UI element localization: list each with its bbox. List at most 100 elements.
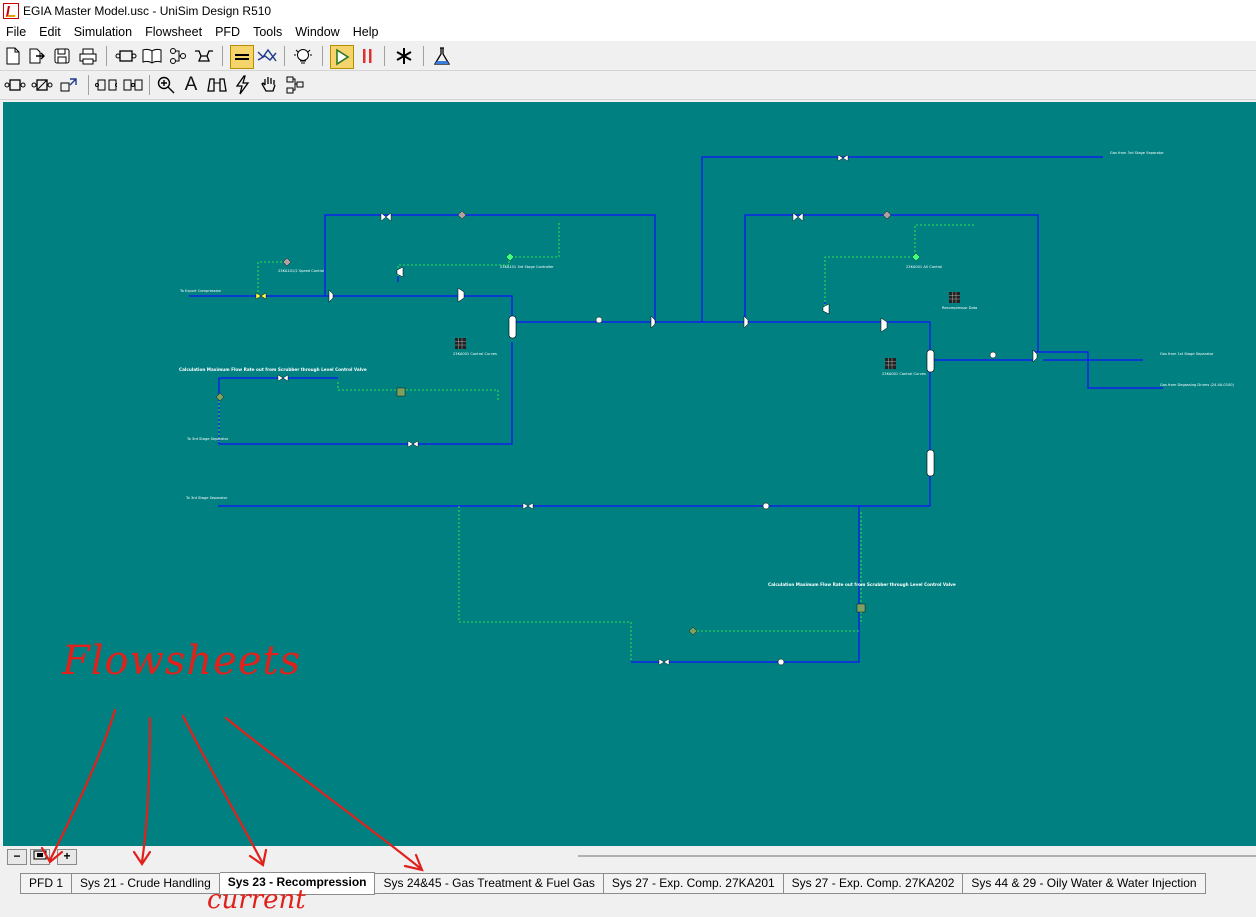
controller-2[interactable] [882, 210, 892, 220]
valve-5[interactable] [407, 440, 419, 448]
valve-2[interactable] [792, 212, 804, 222]
label-stage-controller: 23KA101 3rd Stage Controller [500, 265, 554, 269]
controller-5[interactable] [911, 252, 921, 262]
material-streams [189, 156, 1163, 663]
auto-position-icon[interactable] [58, 74, 80, 96]
label-control-a: 23KA001 Control Curves [453, 352, 497, 356]
zoom-out-button[interactable]: − [7, 849, 27, 865]
pfd-icon[interactable] [193, 45, 215, 67]
valve-3[interactable] [837, 154, 849, 162]
spreadsheet-icon-3[interactable] [949, 292, 960, 303]
mixer-3[interactable] [743, 315, 749, 329]
label-recompressor-data: Recompressor Data [942, 306, 977, 310]
controller-1[interactable] [457, 210, 467, 220]
signal-lines [218, 222, 975, 662]
scrubber-vessel-1[interactable] [508, 315, 517, 339]
pause-icon[interactable] [356, 45, 378, 67]
zoom-fit-button[interactable] [30, 849, 50, 865]
annotation-current: current [207, 885, 306, 915]
tab-sys-44-29[interactable]: Sys 44 & 29 - Oily Water & Water Injecti… [963, 873, 1206, 894]
adjust-block-2[interactable] [856, 603, 866, 613]
spreadsheet-icon-1[interactable] [455, 338, 466, 349]
controller-6[interactable] [215, 392, 225, 402]
menu-file[interactable]: File [0, 25, 33, 39]
zoom-in-button[interactable]: + [57, 849, 77, 865]
compressor-1[interactable] [457, 287, 465, 303]
trend-icon[interactable] [256, 45, 278, 67]
valve-8[interactable] [255, 292, 267, 300]
annotation-flowsheets: Flowsheets [62, 638, 302, 684]
expander-2[interactable] [822, 303, 830, 315]
tab-sys-27-ka202[interactable]: Sys 27 - Exp. Comp. 27KA202 [783, 873, 964, 894]
open-icon[interactable] [26, 45, 48, 67]
pump-1[interactable] [762, 502, 770, 510]
new-icon[interactable] [2, 45, 24, 67]
flowsheet-tabs: PFD 1 Sys 21 - Crude Handling Sys 23 - R… [20, 872, 1206, 895]
pfd-canvas[interactable]: Gas from 3rd Stage Separator Gas from 1s… [3, 102, 1256, 846]
horizontal-scrollbar[interactable] [578, 855, 1256, 857]
valve-1[interactable] [380, 212, 392, 222]
menu-flowsheet[interactable]: Flowsheet [139, 25, 209, 39]
scrubber-vessel-2[interactable] [926, 349, 935, 373]
pfd-labels: Gas from 3rd Stage Separator Gas from 1s… [179, 151, 1235, 587]
controller-3[interactable] [282, 257, 292, 267]
tree-icon[interactable] [167, 45, 189, 67]
adjust-block-1[interactable] [396, 387, 406, 397]
compressor-2[interactable] [880, 317, 888, 333]
play-icon[interactable] [330, 45, 354, 69]
recompression-flowsheet[interactable]: Gas from 3rd Stage Separator Gas from 1s… [3, 102, 1256, 846]
menu-help[interactable]: Help [347, 25, 386, 39]
break-icon[interactable] [31, 74, 53, 96]
label-to-export: To Export Compression [179, 289, 221, 293]
mixer-1[interactable] [328, 289, 334, 303]
binoculars-icon[interactable] [206, 74, 228, 96]
label-gas-3rd-stage: Gas from 3rd Stage Separator [1110, 151, 1164, 155]
spreadsheet-icon-2[interactable] [885, 358, 896, 369]
tab-sys-24-45[interactable]: Sys 24&45 - Gas Treatment & Fuel Gas [375, 873, 604, 894]
unisim-app-icon [3, 3, 19, 19]
equation-icon[interactable] [230, 45, 254, 69]
attach-icon[interactable] [4, 74, 26, 96]
controller-4[interactable] [505, 252, 515, 262]
hand-icon[interactable] [258, 74, 280, 96]
unit-operations [215, 154, 1038, 666]
valve-7[interactable] [658, 658, 670, 666]
separator-vessel-3[interactable] [926, 449, 935, 477]
flask-icon[interactable] [431, 45, 453, 67]
book-icon[interactable] [141, 45, 163, 67]
tab-pfd-1[interactable]: PFD 1 [20, 873, 73, 894]
save-icon[interactable] [51, 45, 73, 67]
controller-7[interactable] [688, 626, 698, 636]
menu-edit[interactable]: Edit [33, 25, 68, 39]
menu-pfd[interactable]: PFD [209, 25, 247, 39]
label-asv-control: 23KA001 AS Control [906, 265, 942, 269]
title-bar: EGIA Master Model.usc - UniSim Design R5… [0, 0, 1256, 22]
label-gas-degassing: Gas from Degassing Drums (24-VA-0100) [1160, 383, 1235, 387]
zoom-icon[interactable] [155, 74, 177, 96]
snowflake-icon[interactable] [393, 45, 415, 67]
print-icon[interactable] [77, 45, 99, 67]
workbook-icon[interactable] [115, 45, 137, 67]
calc-note-left: Calculation Maximum Flow Rate out from S… [179, 367, 367, 372]
menu-simulation[interactable]: Simulation [68, 25, 139, 39]
cooler-2[interactable] [989, 351, 997, 359]
tab-sys-21[interactable]: Sys 21 - Crude Handling [72, 873, 220, 894]
menu-window[interactable]: Window [289, 25, 346, 39]
cascade-icon[interactable] [284, 74, 306, 96]
pump-2[interactable] [777, 658, 785, 666]
cooler-1[interactable] [595, 316, 603, 324]
valve-4[interactable] [277, 374, 289, 382]
valve-6[interactable] [522, 502, 534, 510]
tab-sys-27-ka201[interactable]: Sys 27 - Exp. Comp. 27KA201 [603, 873, 784, 894]
swap-icon[interactable] [95, 74, 117, 96]
pfd-toolbar: A [0, 71, 1256, 100]
bottom-bar: − + PFD 1 Sys 21 - Crude Handling Sys 23… [0, 846, 1256, 917]
menu-tools[interactable]: Tools [247, 25, 289, 39]
calc-note-right: Calculation Maximum Flow Rate out from S… [768, 582, 956, 587]
lightbulb-icon[interactable] [292, 45, 314, 67]
text-icon[interactable]: A [180, 74, 202, 96]
label-to-3rd-stage-b: To 3rd Stage Separator [185, 496, 228, 500]
bolt-icon[interactable] [232, 74, 254, 96]
menu-bar: File Edit Simulation Flowsheet PFD Tools… [0, 22, 1256, 41]
link-icon[interactable] [121, 74, 143, 96]
